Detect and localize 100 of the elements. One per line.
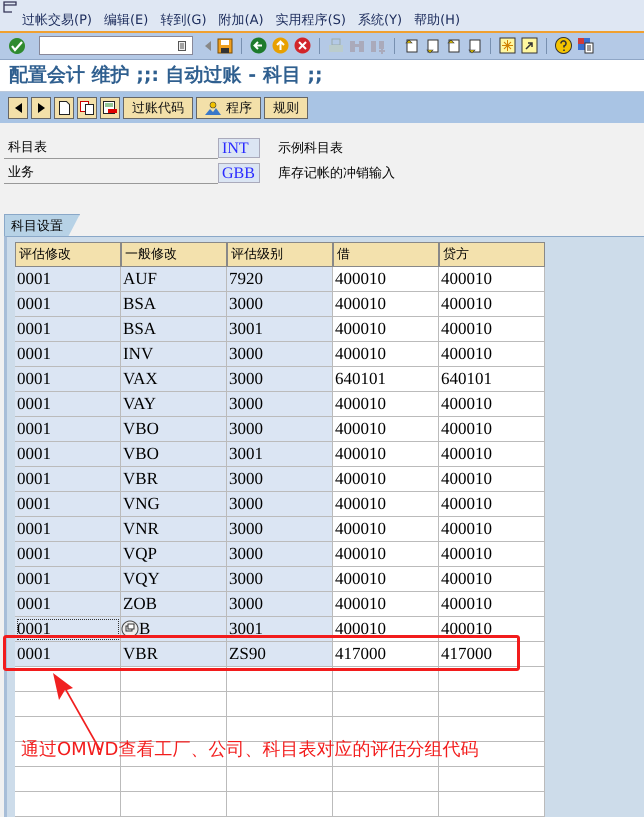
table-cell: 400010	[333, 542, 439, 567]
table-cell: 400010	[333, 516, 439, 542]
table-cell: 3001	[227, 442, 333, 467]
table-cell: BSA	[121, 316, 227, 342]
table-cell: 400010	[439, 342, 545, 367]
annotation-text: 通过OMWD查看工厂、公司、科目表对应的评估分组代码	[21, 738, 478, 761]
table-cell: 400010	[333, 466, 439, 492]
table-cell: 400010	[333, 592, 439, 617]
table-cell: 400010	[333, 342, 439, 367]
new-entry-button[interactable]	[54, 96, 74, 119]
table-cell: 400010	[439, 542, 545, 567]
column-header[interactable]: 评估级别	[227, 242, 333, 267]
previous-page-icon[interactable]	[424, 38, 440, 54]
delete-row-icon	[103, 100, 117, 115]
table-cell: 400010	[333, 492, 439, 517]
table-cell: 0001	[15, 292, 121, 317]
enter-icon[interactable]	[8, 36, 26, 55]
back-icon[interactable]	[250, 37, 267, 54]
table-cell: 3000	[227, 466, 333, 492]
table-cell: 400010	[333, 292, 439, 317]
table-cell: 3000	[227, 542, 333, 567]
toolbar-button[interactable]: 程序	[196, 96, 261, 119]
save-icon[interactable]	[217, 38, 233, 54]
right-triangle-icon	[38, 102, 44, 113]
column-header[interactable]: 借	[333, 242, 439, 267]
window-menu-icon[interactable]	[3, 1, 17, 13]
table-cell: 3000	[227, 516, 333, 542]
menu-item[interactable]: 帮助(H)	[414, 11, 460, 29]
table-cell: 400010	[333, 392, 439, 417]
table-cell: 3000	[227, 342, 333, 367]
table-cell: 0001	[15, 366, 121, 392]
table-cell: 0001	[15, 442, 121, 467]
field-description: 库存记帐的冲销输入	[278, 164, 395, 182]
table-cell: 3000	[227, 292, 333, 317]
column-header[interactable]: 贷方	[439, 242, 545, 267]
help-icon[interactable]	[555, 37, 572, 54]
menu-item[interactable]: 附加(A)	[218, 11, 264, 29]
table-cell: 400010	[333, 416, 439, 442]
menu-item[interactable]: 编辑(E)	[104, 11, 148, 29]
column-header[interactable]: 评估修改	[15, 242, 121, 267]
next-page-icon[interactable]	[445, 38, 461, 54]
field-value[interactable]: INT	[218, 138, 260, 158]
command-field[interactable]	[39, 36, 193, 56]
table-cell: 400010	[439, 292, 545, 317]
copy-button[interactable]	[77, 96, 97, 119]
table-cell: 400010	[333, 316, 439, 342]
table-cell: ZOB	[121, 592, 227, 617]
table-cell: 3001	[227, 316, 333, 342]
previous-button[interactable]	[8, 96, 28, 119]
last-page-icon[interactable]	[466, 38, 482, 54]
table-cell: AUF	[121, 266, 227, 292]
shortcut-icon[interactable]	[521, 37, 538, 54]
table-cell: 0001	[15, 392, 121, 417]
new-session-icon[interactable]	[499, 37, 516, 54]
table-cell: 3000	[227, 592, 333, 617]
table-cell: 400010	[439, 316, 545, 342]
menu-item[interactable]: 实用程序(S)	[276, 11, 346, 29]
toolbar-button[interactable]: 规则	[264, 96, 308, 119]
table-cell: VBR	[121, 642, 227, 667]
table-cell: VBR	[121, 466, 227, 492]
field-value[interactable]: GBB	[218, 162, 260, 183]
table-cell: VNG	[121, 492, 227, 517]
delete-button[interactable]	[100, 96, 120, 119]
table-cell: ZS90	[227, 642, 333, 667]
table-cell: 3000	[227, 392, 333, 417]
menu-item[interactable]: 转到(G)	[160, 11, 207, 29]
field-description: 示例科目表	[278, 140, 343, 157]
table-cell: 400010	[439, 392, 545, 417]
menu-item[interactable]: 过帐交易(P)	[22, 11, 92, 29]
layout-icon[interactable]	[577, 37, 594, 54]
table-cell: 400010	[439, 516, 545, 542]
table-cell: 640101	[333, 366, 439, 392]
table-cell: VQP	[121, 542, 227, 567]
table-cell: 3000	[227, 416, 333, 442]
table-cell: 400010	[439, 266, 545, 292]
table-tab[interactable]: 科目设置	[4, 214, 80, 236]
table-cell: 400010	[439, 592, 545, 617]
table-cell: 400010	[333, 266, 439, 292]
first-page-icon[interactable]	[403, 38, 419, 54]
table-cell: VNR	[121, 516, 227, 542]
table-cell: VBO	[121, 442, 227, 467]
table-cell: 3000	[227, 492, 333, 517]
menu-item[interactable]: 系统(Y)	[358, 11, 402, 29]
table-cell: VAY	[121, 392, 227, 417]
table-cell: 400010	[333, 442, 439, 467]
table-cell: 3000	[227, 366, 333, 392]
table-cell: 400010	[439, 566, 545, 592]
field-label: 业务	[4, 162, 218, 184]
table-cell: BSA	[121, 292, 227, 317]
cancel-icon[interactable]	[294, 37, 311, 54]
table-cell: 0001	[15, 416, 121, 442]
field-label: 科目表	[4, 136, 218, 159]
next-button[interactable]	[31, 96, 51, 119]
page-icon	[58, 100, 70, 115]
table-cell: VBO	[121, 416, 227, 442]
table-cell: VAX	[121, 366, 227, 392]
toolbar-button[interactable]: 过账代码	[123, 96, 193, 119]
table-cell: 0001	[15, 466, 121, 492]
column-header[interactable]: 一般修改	[121, 242, 227, 267]
left-triangle-icon	[14, 102, 22, 113]
